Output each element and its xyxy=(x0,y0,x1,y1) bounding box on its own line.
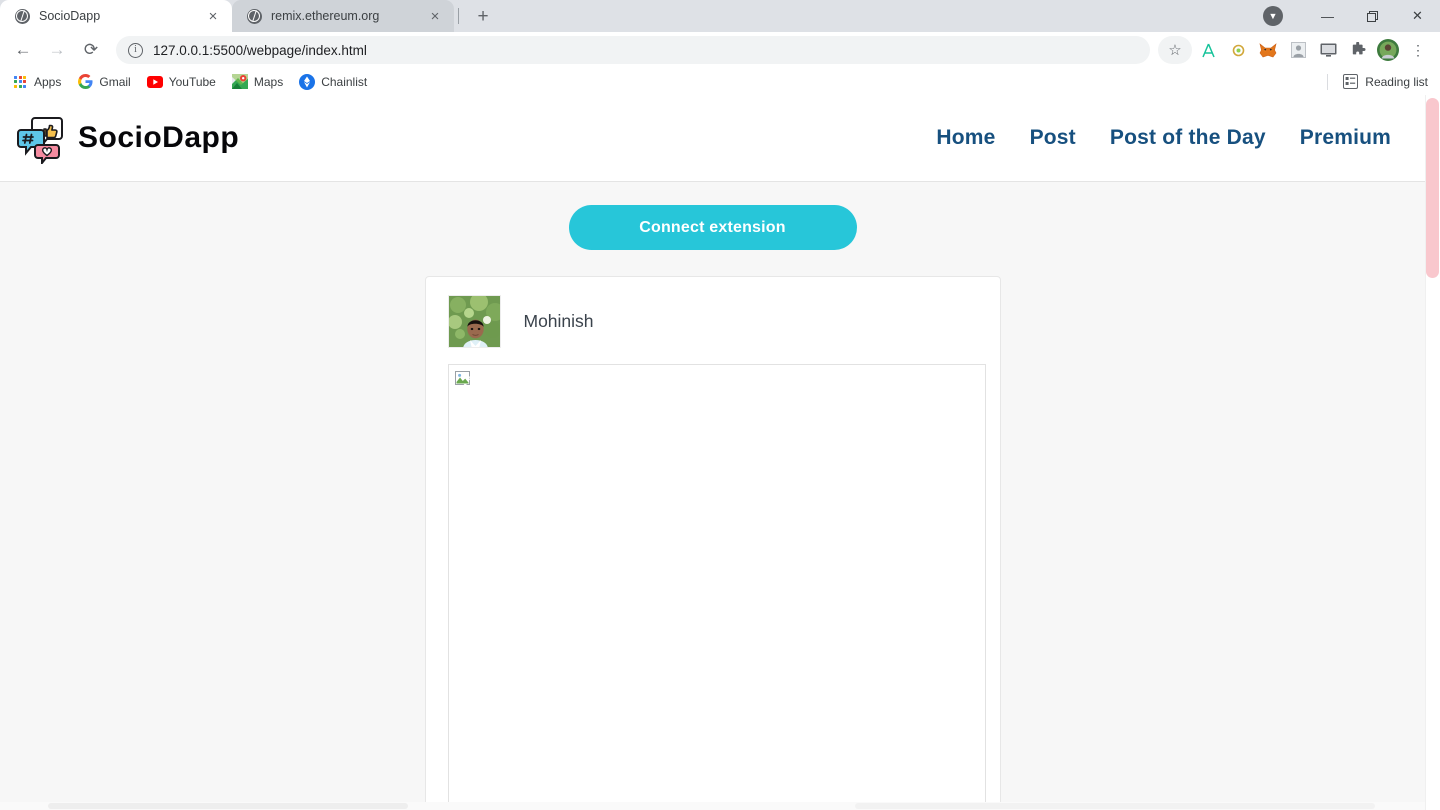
reading-list-glyph xyxy=(1342,74,1358,89)
minimize-button[interactable]: — xyxy=(1305,0,1350,32)
tab-divider xyxy=(458,8,459,24)
url-text: 127.0.0.1:5500/webpage/index.html xyxy=(153,42,367,58)
web-page: SocioDapp Home Post Post of the Day Prem… xyxy=(0,95,1425,810)
avatar-icon xyxy=(1377,39,1399,61)
post-header: Mohinish xyxy=(447,295,986,364)
browser-tab-sociodapp[interactable]: SocioDapp × xyxy=(0,0,232,32)
google-g-glyph xyxy=(77,74,93,89)
reload-button[interactable]: ⟳ xyxy=(76,35,106,65)
bookmark-maps[interactable]: Maps xyxy=(231,74,284,90)
bookmark-label: Apps xyxy=(34,74,62,89)
bookmark-label: Gmail xyxy=(99,74,131,89)
download-indicator-icon[interactable]: ▼ xyxy=(1263,6,1283,26)
gmail-icon xyxy=(77,74,93,90)
connect-extension-button[interactable]: Connect extension xyxy=(568,205,857,250)
ring-glyph xyxy=(1232,44,1244,56)
post-card: Mohinish xyxy=(424,276,1001,810)
tab-strip: SocioDapp × remix.ethereum.org × + ▼ — ✕ xyxy=(0,0,1440,32)
post-image-container xyxy=(447,364,986,810)
extensions-puzzle-icon[interactable] xyxy=(1344,36,1372,64)
page-viewport: SocioDapp Home Post Post of the Day Prem… xyxy=(0,95,1440,810)
nav-link-post[interactable]: Post xyxy=(1030,126,1076,150)
browser-menu-button[interactable]: ⋮ xyxy=(1404,36,1432,64)
bookmark-label: Chainlist xyxy=(321,74,368,89)
fox-glyph xyxy=(1259,42,1277,57)
youtube-play-glyph xyxy=(146,75,163,88)
youtube-icon xyxy=(146,74,163,90)
monitor-glyph xyxy=(1320,43,1336,57)
address-bar[interactable]: i 127.0.0.1:5500/webpage/index.html xyxy=(116,36,1150,64)
user-avatar-photo xyxy=(448,296,500,347)
site-info-icon[interactable]: i xyxy=(128,42,143,58)
back-button[interactable]: ← xyxy=(8,35,38,65)
post-author-name: Mohinish xyxy=(523,311,594,331)
vertical-scrollbar[interactable] xyxy=(1425,95,1440,810)
ring-extension-icon[interactable] xyxy=(1224,36,1252,64)
logo-glyph xyxy=(17,117,63,166)
close-icon[interactable]: × xyxy=(426,7,444,25)
metamask-extension-icon[interactable] xyxy=(1254,36,1282,64)
bookmark-label: YouTube xyxy=(168,74,216,89)
maps-pin-glyph xyxy=(231,74,248,89)
forward-button: → xyxy=(48,40,66,59)
keeper-extension-icon[interactable] xyxy=(1284,36,1312,64)
chainlist-icon xyxy=(299,73,316,90)
maximize-button[interactable] xyxy=(1350,0,1395,32)
maps-icon xyxy=(231,74,248,90)
monitor-extension-icon[interactable] xyxy=(1314,36,1342,64)
brand[interactable]: SocioDapp xyxy=(14,112,240,166)
grammarly-a-glyph xyxy=(1201,43,1215,57)
reading-list-icon xyxy=(1342,74,1358,90)
nav-link-post-of-the-day[interactable]: Post of the Day xyxy=(1110,126,1266,150)
new-tab-button[interactable]: + xyxy=(469,2,497,30)
vertical-scrollbar-thumb[interactable] xyxy=(1426,98,1439,278)
browser-toolbar: ← → ⟳ i 127.0.0.1:5500/webpage/index.htm… xyxy=(0,32,1440,68)
bookmark-label: Maps xyxy=(253,74,284,89)
site-nav: Home Post Post of the Day Premium xyxy=(936,126,1403,150)
broken-image-placeholder-icon xyxy=(454,371,473,393)
apps-grid-icon xyxy=(12,74,28,90)
nav-link-home[interactable]: Home xyxy=(936,126,995,150)
close-icon[interactable]: × xyxy=(204,7,222,25)
profile-avatar[interactable] xyxy=(1374,36,1402,64)
browser-tab-remix[interactable]: remix.ethereum.org × xyxy=(232,0,454,32)
bookmarks-divider xyxy=(1327,73,1328,90)
horizontal-scrollbar-thumb[interactable] xyxy=(48,803,408,809)
horizontal-scrollbar-thumb-secondary[interactable] xyxy=(855,803,1375,809)
globe-icon xyxy=(246,8,262,24)
speech-bubbles-logo-icon xyxy=(14,112,66,166)
portrait-glyph xyxy=(1290,42,1306,58)
bookmark-apps[interactable]: Apps xyxy=(12,74,61,90)
maximize-icon xyxy=(1367,10,1378,22)
puzzle-glyph xyxy=(1352,42,1366,55)
site-header: SocioDapp Home Post Post of the Day Prem… xyxy=(0,95,1425,182)
avatar[interactable] xyxy=(447,295,501,348)
horizontal-scrollbar[interactable] xyxy=(0,802,1425,810)
browser-window: SocioDapp × remix.ethereum.org × + ▼ — ✕… xyxy=(0,0,1440,810)
connect-extension-wrapper: Connect extension xyxy=(0,182,1425,250)
bookmark-youtube[interactable]: YouTube xyxy=(146,74,216,90)
bookmark-gmail[interactable]: Gmail xyxy=(77,74,131,90)
close-window-button[interactable]: ✕ xyxy=(1395,0,1440,32)
globe-icon xyxy=(14,8,30,24)
grammarly-extension-icon[interactable] xyxy=(1194,36,1222,64)
chainlist-glyph xyxy=(299,73,316,90)
reading-list-button[interactable]: Reading list xyxy=(1342,74,1428,90)
tab-title: SocioDapp xyxy=(39,9,101,23)
broken-image-glyph xyxy=(454,371,473,390)
brand-name: SocioDapp xyxy=(78,121,240,154)
bookmark-chainlist[interactable]: Chainlist xyxy=(299,73,368,90)
nav-link-premium[interactable]: Premium xyxy=(1300,126,1391,150)
bookmarks-bar: Apps Gmail YouTube Maps Chainlist Readin… xyxy=(0,68,1440,96)
tab-title: remix.ethereum.org xyxy=(271,9,380,23)
reading-list-label: Reading list xyxy=(1365,74,1428,89)
window-controls: ▼ — ✕ xyxy=(1263,0,1440,32)
bookmark-star-icon[interactable]: ☆ xyxy=(1158,36,1192,64)
